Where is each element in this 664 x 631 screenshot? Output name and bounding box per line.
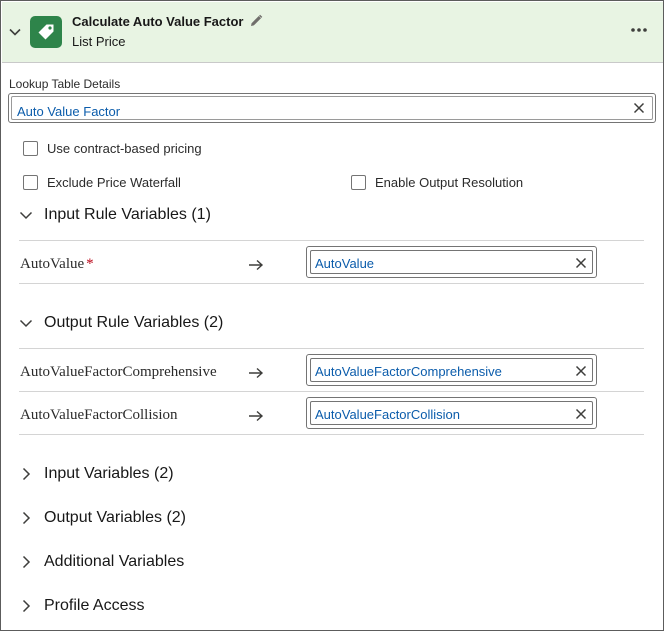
contract-pricing-option: Use contract-based pricing (23, 141, 202, 156)
price-tag-icon (30, 16, 62, 48)
step-subtitle: List Price (72, 34, 126, 49)
pencil-edit-icon[interactable] (249, 14, 263, 28)
mapping-input-focus-ring: AutoValue (310, 250, 593, 274)
divider (19, 240, 644, 241)
required-asterisk: * (86, 256, 94, 272)
mapping-value: AutoValue (315, 256, 375, 271)
section-input-variables[interactable]: Input Variables (2) (19, 465, 174, 483)
arrow-right-icon (249, 367, 264, 379)
section-input-rule-variables[interactable]: Input Rule Variables (1) (19, 206, 211, 224)
mapping-input-focus-ring: AutoValueFactorCollision (310, 401, 593, 425)
var-name-text: AutoValue (20, 256, 85, 272)
mapping-value: AutoValueFactorComprehensive (315, 364, 502, 379)
section-additional-variables[interactable]: Additional Variables (19, 553, 184, 571)
chevron-down-icon[interactable] (8, 25, 22, 39)
mapping-input-focus-ring: AutoValueFactorComprehensive (310, 358, 593, 382)
section-title: Input Variables (2) (44, 465, 174, 482)
chevron-right-icon (22, 467, 31, 481)
section-title: Output Variables (2) (44, 509, 186, 526)
output-rule-var-mapping-input[interactable]: AutoValueFactorCollision (306, 397, 597, 429)
output-rule-var-name: AutoValueFactorComprehensive (20, 364, 217, 380)
close-icon[interactable] (633, 102, 645, 114)
chevron-down-icon (19, 211, 33, 220)
section-title: Input Rule Variables (1) (44, 206, 211, 223)
more-actions-icon[interactable] (630, 26, 648, 34)
chevron-right-icon (22, 555, 31, 569)
section-title: Profile Access (44, 597, 145, 614)
chevron-down-icon (19, 319, 33, 328)
enable-output-option: Enable Output Resolution (351, 175, 523, 190)
section-output-variables[interactable]: Output Variables (2) (19, 509, 186, 527)
step-header: Calculate Auto Value Factor List Price (2, 2, 663, 63)
enable-output-label: Enable Output Resolution (375, 175, 524, 190)
lookup-table-input[interactable]: Auto Value Factor (8, 93, 656, 123)
section-output-rule-variables[interactable]: Output Rule Variables (2) (19, 314, 223, 332)
close-icon[interactable] (575, 365, 587, 377)
divider (19, 348, 644, 349)
input-rule-var-name: AutoValue * (20, 256, 94, 273)
close-icon[interactable] (575, 257, 587, 269)
divider (19, 391, 644, 392)
output-rule-var-name: AutoValueFactorCollision (20, 407, 178, 423)
arrow-right-icon (249, 259, 264, 271)
chevron-right-icon (22, 599, 31, 613)
expression-step-panel: Calculate Auto Value Factor List Price L… (0, 0, 664, 631)
divider (19, 283, 644, 284)
section-title: Additional Variables (44, 553, 185, 570)
lookup-table-value: Auto Value Factor (17, 104, 121, 119)
step-title: Calculate Auto Value Factor (72, 14, 244, 29)
contract-pricing-checkbox[interactable] (23, 141, 38, 156)
contract-pricing-label: Use contract-based pricing (47, 141, 202, 156)
lookup-table-label: Lookup Table Details (9, 77, 121, 91)
lookup-input-focus-ring: Auto Value Factor (11, 96, 653, 120)
divider (19, 434, 644, 435)
output-rule-var-mapping-input[interactable]: AutoValueFactorComprehensive (306, 354, 597, 386)
enable-output-checkbox[interactable] (351, 175, 366, 190)
exclude-waterfall-checkbox[interactable] (23, 175, 38, 190)
close-icon[interactable] (575, 408, 587, 420)
section-profile-access[interactable]: Profile Access (19, 597, 144, 615)
exclude-waterfall-label: Exclude Price Waterfall (47, 175, 181, 190)
section-title: Output Rule Variables (2) (44, 314, 224, 331)
chevron-right-icon (22, 511, 31, 525)
input-rule-var-mapping-input[interactable]: AutoValue (306, 246, 597, 278)
mapping-value: AutoValueFactorCollision (315, 407, 460, 422)
arrow-right-icon (249, 410, 264, 422)
exclude-waterfall-option: Exclude Price Waterfall (23, 175, 181, 190)
